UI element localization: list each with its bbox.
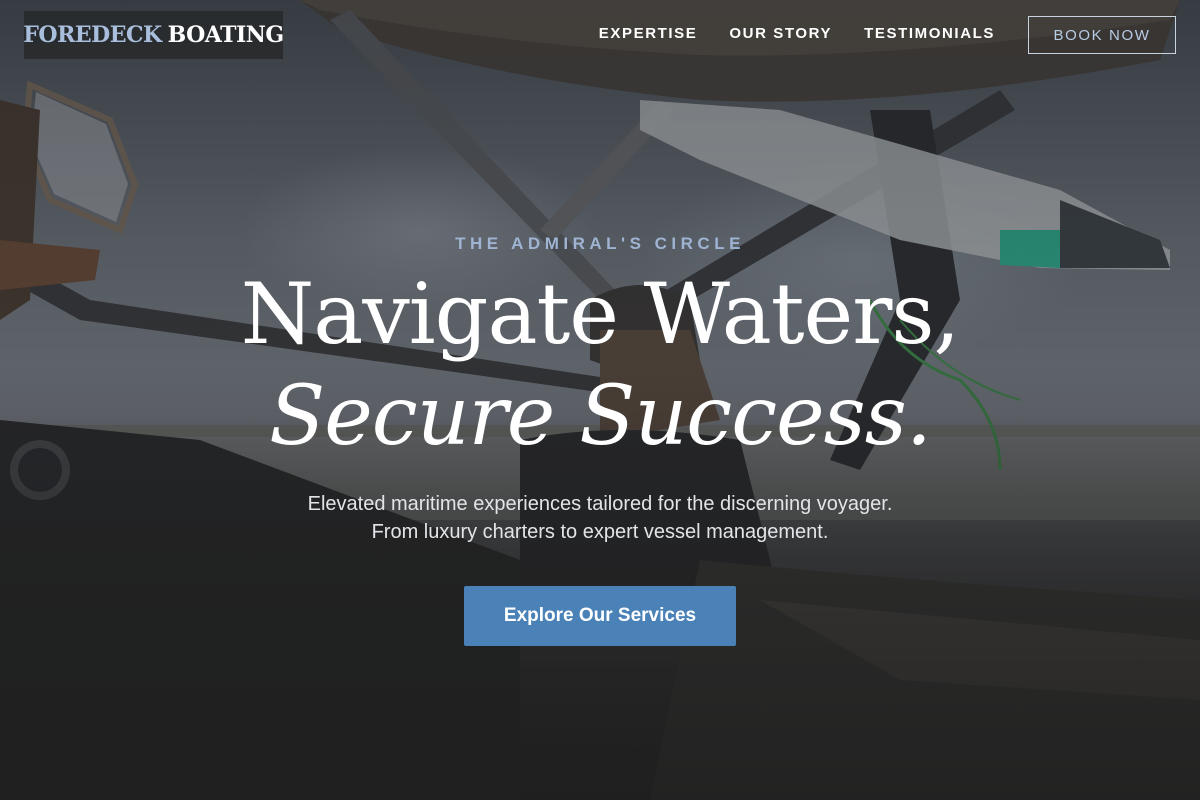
book-now-button[interactable]: BOOK NOW [1028,16,1176,54]
hero-eyebrow: THE ADMIRAL'S CIRCLE [455,234,745,253]
nav-item-our-story[interactable]: OUR STORY [729,24,832,44]
logo-primary-word: FOREDECK [23,22,162,48]
subtitle-line-1: Elevated maritime experiences tailored f… [307,493,893,515]
explore-services-button[interactable]: Explore Our Services [464,586,736,646]
hero-headline: Navigate Waters, Secure Success. [0,272,1200,458]
headline-line-2: Secure Success. [269,369,932,464]
hero-subtitle: Elevated maritime experiences tailored f… [0,490,1200,546]
headline-line-1: Navigate Waters, [240,265,960,363]
logo-secondary-word: BOATING [167,22,285,48]
nav-item-expertise[interactable]: EXPERTISE [599,24,698,44]
hero-section: FOREDECK BOATING EXPERTISE OUR STORY TEST… [0,0,1200,800]
brand-logo[interactable]: FOREDECK BOATING [23,11,285,59]
subtitle-line-2: From luxury charters to expert vessel ma… [371,521,829,543]
nav-item-testimonials[interactable]: TESTIMONIALS [864,24,995,44]
main-nav: EXPERTISE OUR STORY TESTIMONIALS [599,24,995,44]
